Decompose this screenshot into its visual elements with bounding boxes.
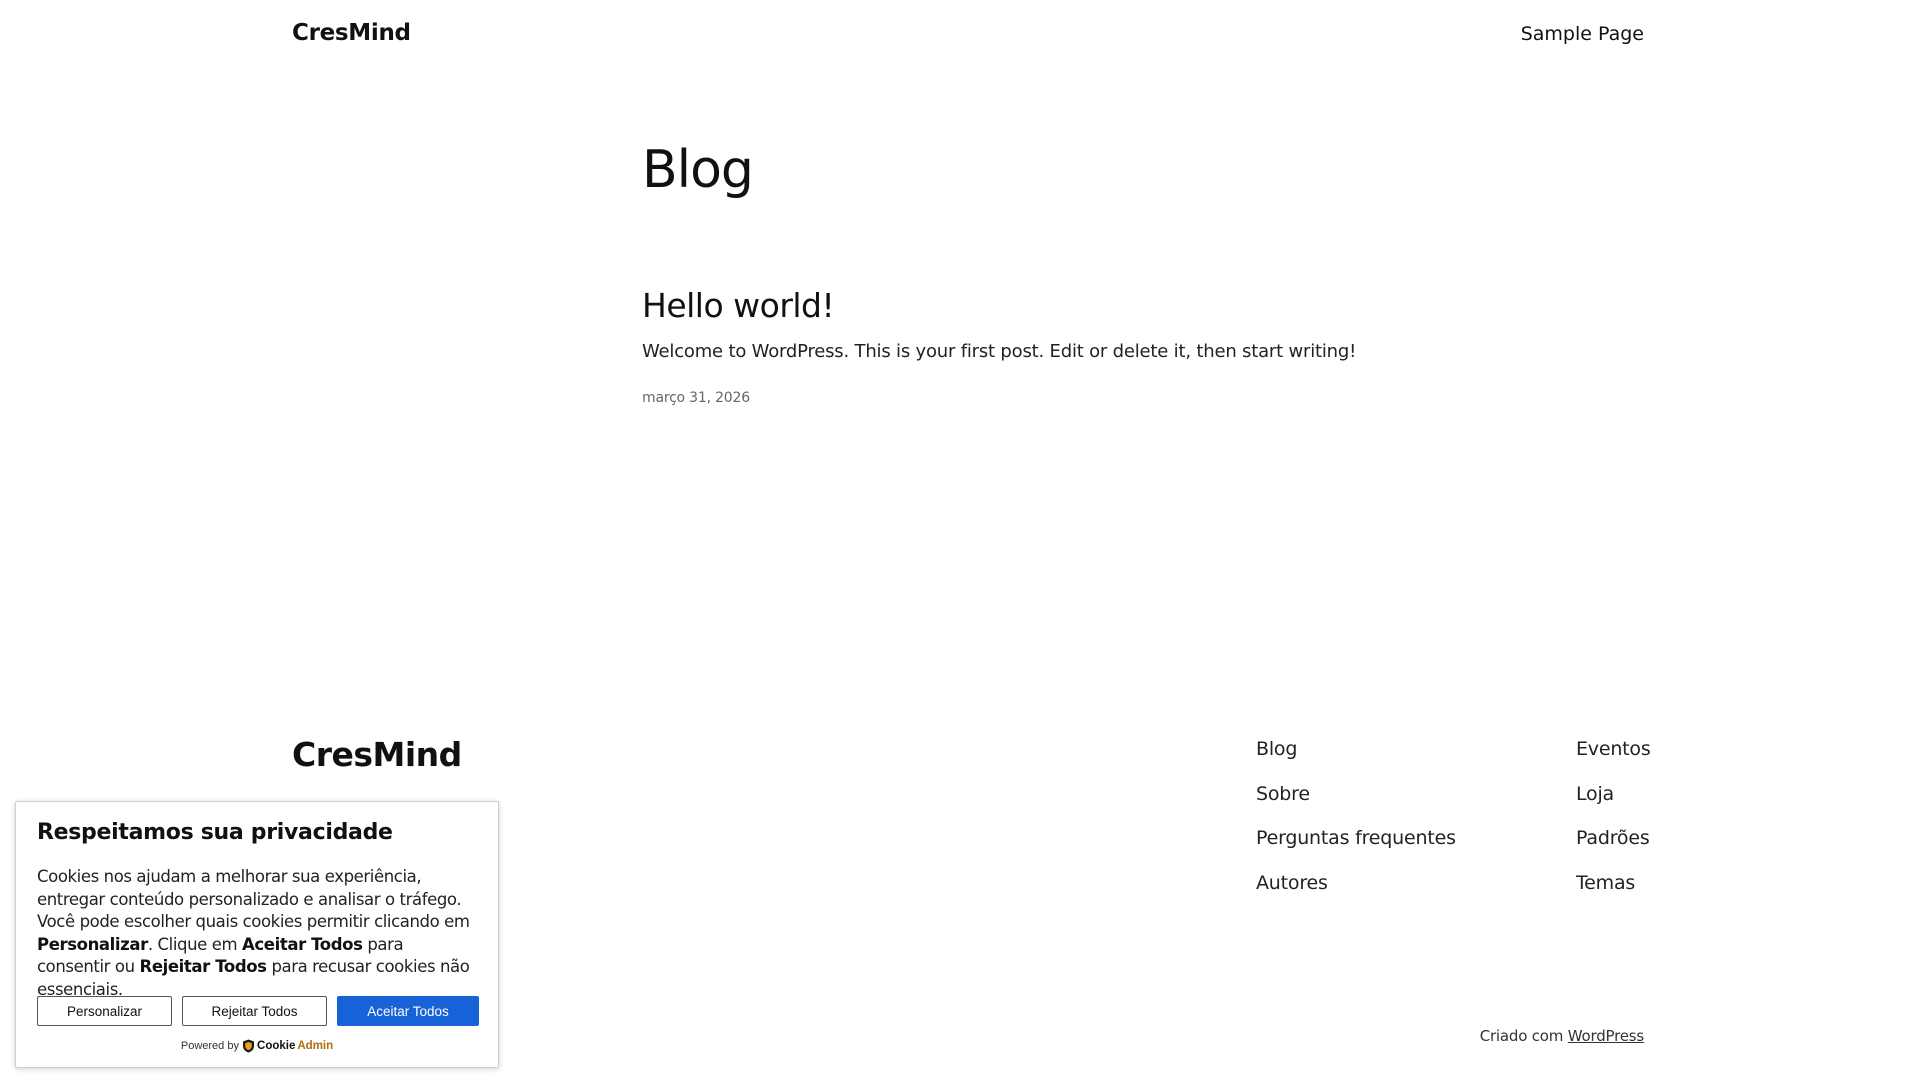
cookie-text-bold: Aceitar Todos [242,934,363,954]
post-excerpt: Welcome to WordPress. This is your first… [642,341,1357,362]
footer-nav-column-1: Blog Sobre Perguntas frequentes Autores [1256,738,1456,916]
nav-link-sample-page[interactable]: Sample Page [1521,23,1644,45]
cookie-text-bold: Personalizar [37,934,148,954]
cookie-text-part: . Clique em [147,934,243,954]
post-date: março 31, 2026 [642,390,750,406]
post-title-link[interactable]: Hello world! [642,284,1442,328]
footer-link-autores[interactable]: Autores [1256,872,1456,917]
cookie-button-row: Personalizar Rejeitar Todos Aceitar Todo… [37,996,479,1026]
customize-button[interactable]: Personalizar [37,996,172,1026]
footer-credit: Criado com WordPress [1479,1027,1645,1045]
cookieadmin-logo[interactable]: Cookie Admin [242,1039,333,1053]
post-item: Hello world! Welcome to WordPress. This … [642,284,1442,406]
powered-by-label: Powered by [180,1039,239,1052]
shield-icon [243,1039,255,1053]
footer-link-padroes[interactable]: Padrões [1576,827,1651,872]
brand-cookie-text: Cookie [257,1040,296,1052]
cookie-text-bold: Rejeitar Todos [139,957,267,976]
footer-logo[interactable]: CresMind [292,735,462,774]
cookie-banner-title: Respeitamos sua privacidade [37,820,393,845]
site-title-link[interactable]: CresMind [292,20,411,46]
reject-all-button[interactable]: Rejeitar Todos [182,996,327,1026]
site-header: CresMind Sample Page [0,0,1920,72]
footer-link-loja[interactable]: Loja [1576,783,1651,828]
footer-link-temas[interactable]: Temas [1576,872,1651,917]
credit-prefix: Criado com [1479,1027,1568,1045]
cookie-consent-banner: Respeitamos sua privacidade Cookies nos … [15,801,499,1068]
main-content: Blog Hello world! Welcome to WordPress. … [642,136,1356,406]
page-title: Blog [642,140,754,200]
wordpress-link[interactable]: WordPress [1568,1027,1644,1045]
footer-link-eventos[interactable]: Eventos [1576,738,1651,783]
cookie-text-part: Cookies nos ajudam a melhorar sua experi… [37,867,470,931]
cookie-banner-text: Cookies nos ajudam a melhorar sua experi… [37,866,477,1001]
powered-by: Powered by Cookie Admin [16,1039,498,1053]
footer-link-sobre[interactable]: Sobre [1256,783,1456,828]
footer-link-blog[interactable]: Blog [1256,738,1456,783]
footer-nav-column-2: Eventos Loja Padrões Temas [1576,738,1651,916]
brand-admin-text: Admin [297,1040,334,1052]
accept-all-button[interactable]: Aceitar Todos [337,996,479,1026]
footer-link-perguntas-frequentes[interactable]: Perguntas frequentes [1256,827,1456,872]
